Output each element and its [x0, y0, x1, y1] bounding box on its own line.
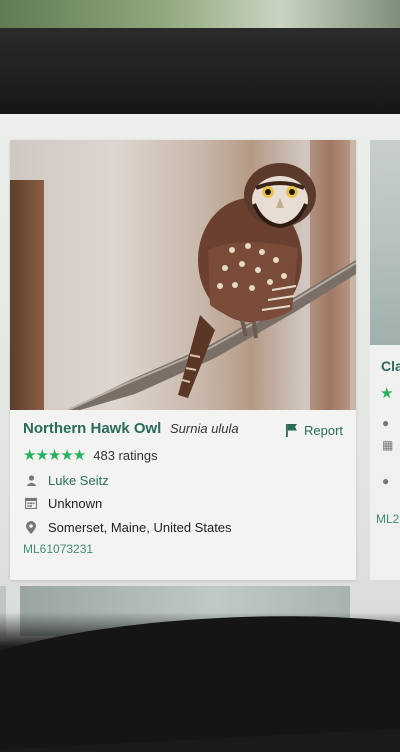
title-row: Northern Hawk Owl Surnia ulula Report: [23, 420, 353, 442]
next-card-pin-icon: ●: [382, 474, 390, 488]
owl-photo[interactable]: [10, 140, 356, 410]
next-card-photo[interactable]: [370, 140, 400, 345]
catalog-id-link[interactable]: ML61073231: [23, 542, 93, 556]
calendar-icon: [23, 497, 39, 509]
scientific-name: Surnia ulula: [170, 421, 239, 436]
person-icon: [23, 474, 39, 486]
observer-link[interactable]: Luke Seitz: [48, 473, 109, 488]
date-row: Unknown: [23, 494, 102, 512]
next-card-person-icon: ●: [382, 416, 390, 430]
rating-stars: ★★★★★: [23, 447, 86, 464]
rating-row: ★★★★★ 483 ratings: [23, 445, 158, 465]
media-card[interactable]: Northern Hawk Owl Surnia ulula Report ★★…: [10, 140, 356, 580]
next-card-star: ★: [380, 385, 394, 402]
next-card-title[interactable]: Cla: [381, 358, 400, 374]
next-card-catalog-id[interactable]: ML2: [376, 512, 399, 526]
pin-icon: [23, 520, 39, 534]
flag-icon: [286, 424, 297, 437]
report-label: Report: [304, 423, 344, 438]
observation-date: Unknown: [48, 495, 103, 511]
location-row: Somerset, Maine, United States: [23, 518, 232, 536]
location-text: Somerset, Maine, United States: [48, 519, 232, 535]
monitor-bezel: [0, 28, 400, 120]
report-button[interactable]: Report: [286, 423, 343, 438]
next-media-card[interactable]: Cla ★ ● ▦ ● ML2: [370, 140, 400, 580]
observer-row: Luke Seitz: [23, 471, 109, 489]
next-card-calendar-icon: ▦: [382, 438, 394, 452]
rating-count[interactable]: 483 ratings: [93, 448, 157, 463]
owl-illustration: [67, 163, 356, 410]
common-name[interactable]: Northern Hawk Owl: [23, 420, 161, 437]
